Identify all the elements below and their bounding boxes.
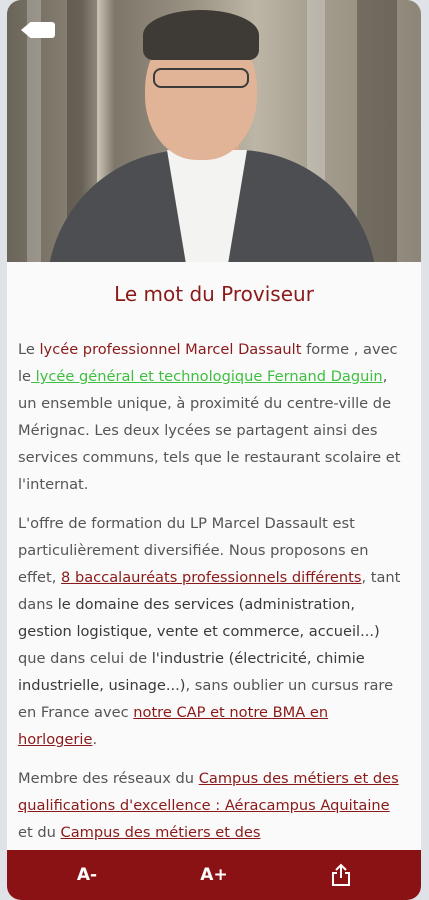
bottom-toolbar: A- A+	[7, 850, 421, 900]
photo-glasses	[153, 68, 249, 88]
photo-pillar	[357, 0, 397, 262]
page-title: Le mot du Proviseur	[114, 282, 314, 306]
share-icon	[331, 863, 351, 887]
highlight-services: le domaine des services (administration,…	[18, 596, 380, 640]
article-content: Le mot du Proviseur Le lycée professionn…	[7, 262, 421, 852]
text: Le	[18, 341, 40, 358]
link-campus-metiers[interactable]: Campus des métiers et des	[61, 824, 261, 841]
photo-hair	[143, 10, 259, 60]
increase-font-button[interactable]: A+	[184, 850, 244, 900]
text: que dans celui de	[18, 650, 152, 667]
paragraph-formation: L'offre de formation du LP Marcel Dassau…	[18, 510, 401, 753]
share-button[interactable]	[321, 850, 361, 900]
photo-pillar	[27, 0, 41, 262]
decrease-font-button[interactable]: A-	[57, 850, 117, 900]
text: .	[92, 731, 98, 748]
app-screen: Le mot du Proviseur Le lycée professionn…	[7, 0, 421, 900]
text: et du	[18, 824, 61, 841]
link-lycee-fernand-daguin[interactable]: lycée général et technologique Fernand D…	[31, 368, 383, 385]
highlight-lp-marcel-dassault: lycée professionnel Marcel Dassault	[39, 341, 302, 358]
principal-photo	[7, 0, 421, 262]
link-bac-pro[interactable]: 8 baccalauréats professionnels différent…	[61, 569, 361, 586]
decrease-font-label: A-	[76, 865, 98, 885]
paragraph-intro: Le lycée professionnel Marcel Dassault f…	[18, 336, 401, 498]
text: , un ensemble unique, à proximité du cen…	[18, 368, 401, 493]
paragraph-campus: Membre des réseaux du Campus des métiers…	[18, 765, 401, 846]
increase-font-label: A+	[200, 865, 228, 885]
text: Membre des réseaux du	[18, 770, 199, 787]
